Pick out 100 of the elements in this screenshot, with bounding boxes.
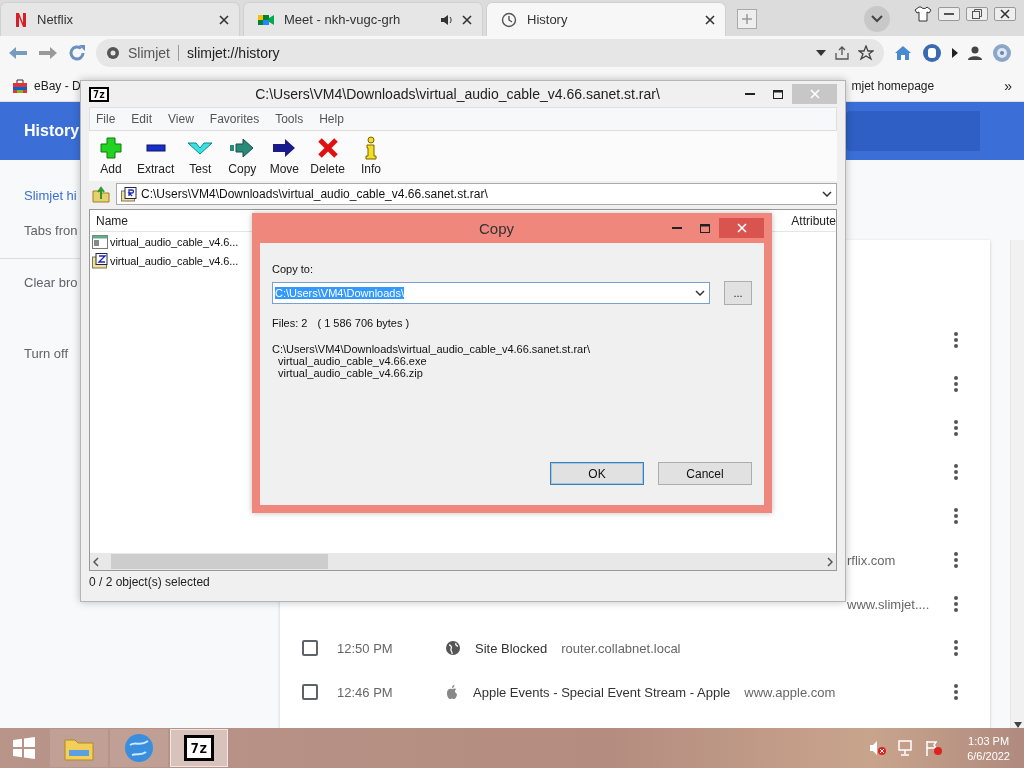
share-icon	[834, 45, 850, 61]
menu-item[interactable]: Help	[319, 112, 344, 126]
browser-tab[interactable]: Meet - nkh-vugc-grh	[243, 2, 483, 36]
url-text: slimjet://history	[187, 45, 281, 61]
dialog-button[interactable]: Cancel	[658, 462, 752, 485]
close-icon	[219, 14, 229, 25]
menu-item[interactable]: Tools	[275, 112, 304, 126]
shirt-icon	[914, 6, 932, 22]
archive-file-icon	[121, 186, 137, 202]
file-size: ( 1 586 706 bytes )	[317, 317, 410, 329]
more-bookmarks-button[interactable]: »	[1004, 77, 1012, 94]
domain-text: www.apple.com	[744, 684, 836, 700]
netflix-logo-icon	[15, 11, 27, 28]
chevron-down-icon	[871, 15, 883, 23]
checkbox[interactable]	[302, 640, 318, 656]
triangle-icon	[952, 48, 958, 58]
menu-item[interactable]: View	[168, 112, 194, 126]
dialog-button[interactable]: OK	[550, 462, 644, 485]
globe-icon	[445, 640, 461, 656]
status-text: 0 / 2 object(s) selected	[89, 574, 211, 591]
apple-logo-icon	[445, 684, 459, 700]
folder-up-icon	[92, 185, 110, 203]
sidebar-item[interactable]: Tabs fron	[0, 213, 78, 248]
browse-button[interactable]: ...	[724, 281, 752, 305]
toolbar-button[interactable]: Info	[351, 136, 392, 176]
toolbar-button[interactable]: Copy	[222, 136, 263, 176]
menu-item[interactable]: Edit	[131, 112, 153, 126]
minimize-button[interactable]	[938, 7, 960, 21]
toolbar-button[interactable]: Add	[91, 136, 131, 176]
site-info-icon	[106, 46, 120, 60]
path-field[interactable]: C:\Users\VM4\Downloads\virtual_audio_cable_v4.66.sanet.st.rar\	[116, 183, 837, 205]
chevron-down-icon	[822, 191, 832, 197]
reload-icon	[68, 44, 86, 62]
person-icon	[968, 46, 982, 60]
arrow-right-icon	[229, 136, 256, 160]
more-icon[interactable]	[954, 684, 958, 700]
maximize-icon	[700, 223, 710, 233]
site-name: Slimjet	[128, 45, 170, 61]
source-path: C:\Users\VM4\Downloads\virtual_audio_cable_v4.66.sanet.st.rar\	[272, 343, 591, 355]
horizontal-scrollbar[interactable]	[90, 553, 836, 570]
sidebar-item[interactable]: Turn off	[0, 336, 69, 371]
archiver-logo-icon: 7z	[89, 86, 110, 102]
more-icon[interactable]	[954, 596, 958, 612]
cross-icon	[315, 136, 340, 160]
close-icon	[736, 223, 747, 233]
browser-tab[interactable]: History	[486, 2, 726, 36]
checkbox[interactable]	[302, 684, 318, 700]
scrollbar[interactable]	[1010, 240, 1024, 728]
page-link[interactable]: Site Blocked	[475, 640, 548, 656]
program-file-icon	[92, 234, 108, 249]
bookmark-link[interactable]: eBay - D	[12, 77, 81, 94]
more-icon[interactable]	[954, 552, 958, 568]
home-icon	[894, 45, 912, 61]
minimize-icon	[944, 12, 954, 16]
dialog-title: Copy	[478, 219, 515, 237]
toolbar-button[interactable]: Extract	[133, 136, 179, 176]
column-header[interactable]: Name	[96, 213, 128, 228]
more-icon[interactable]	[954, 376, 958, 392]
file-name: virtual_audio_cable_v4.66.zip	[277, 367, 424, 379]
close-icon	[705, 14, 715, 25]
sidebar-item[interactable]: Clear bro	[0, 265, 78, 300]
windows-logo-icon	[12, 736, 36, 760]
toolbar-button[interactable]: Delete	[306, 136, 350, 176]
more-icon[interactable]	[954, 640, 958, 656]
page-title: History	[23, 122, 81, 140]
bookmark-link[interactable]: mjet homepage	[851, 78, 935, 93]
archiver-logo-icon: 7z	[183, 735, 215, 761]
close-button[interactable]	[994, 7, 1016, 21]
page-link[interactable]: Apple Events - Special Event Stream - Apple	[473, 684, 731, 700]
taskbar-app[interactable]: 7z	[170, 729, 228, 767]
close-icon	[809, 89, 820, 99]
address-bar[interactable]: Slimjet slimjet://history	[96, 39, 884, 67]
archive-entry[interactable]: virtual_audio_cable_v4.6...	[90, 251, 241, 270]
back-arrow-icon	[8, 46, 28, 60]
more-icon[interactable]	[954, 420, 958, 436]
more-icon[interactable]	[954, 508, 958, 524]
more-icon[interactable]	[954, 332, 958, 348]
archive-entry[interactable]: virtual_audio_cable_v4.6...	[90, 232, 241, 251]
globe-icon	[124, 733, 154, 763]
restore-button[interactable]	[966, 7, 988, 21]
maximize-icon	[773, 89, 783, 99]
more-icon[interactable]	[954, 464, 958, 480]
search-field[interactable]	[846, 111, 980, 151]
window-title: C:\Users\VM4\Downloads\virtual_audio_cable_v4.66.sanet.st.rar\	[254, 86, 661, 102]
close-icon	[462, 14, 472, 25]
toolbar-button[interactable]: Test	[180, 136, 221, 176]
star-icon	[858, 45, 874, 61]
minimize-icon	[745, 92, 755, 96]
tab-list-button[interactable]	[864, 6, 890, 32]
menu-item[interactable]: Favorites	[209, 112, 260, 126]
zip-file-icon	[92, 252, 108, 269]
column-header[interactable]: Attribute	[791, 213, 836, 228]
browser-tab[interactable]: Netflix	[0, 2, 240, 36]
file-count: Files: 2	[272, 317, 308, 329]
speaker-muted-icon	[869, 740, 888, 756]
domain-text: www.slimjet....	[847, 596, 930, 612]
sidebar-item[interactable]: Slimjet hi	[0, 178, 77, 213]
toolbar-button[interactable]: Move	[264, 136, 305, 176]
dropdown-icon	[816, 50, 826, 56]
menu-item[interactable]: File	[96, 112, 116, 126]
